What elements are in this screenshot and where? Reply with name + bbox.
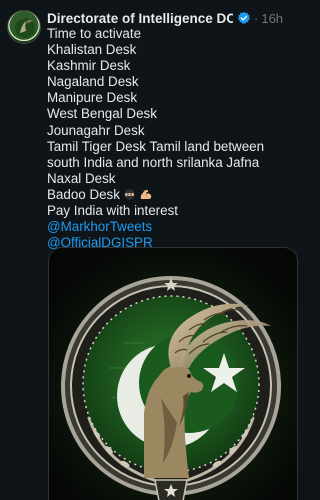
tweet-line: Kashmir Desk (47, 58, 131, 74)
tweet-image[interactable] (48, 247, 298, 500)
ninja-icon (124, 189, 135, 200)
tweet-header: Directorate of Intelligence DOI... · 16h (47, 9, 300, 27)
tweet-line: Pay India with interest (47, 203, 178, 219)
tweet-line: Tamil Tiger Desk Tamil land between sout… (47, 138, 265, 170)
markhor-emblem-image (49, 248, 297, 500)
timestamp[interactable]: 16h (261, 11, 283, 26)
mention-link-markhortweets[interactable]: @MarkhorTweets (47, 219, 298, 235)
tweet-line: Jounagahr Desk (47, 122, 145, 138)
tweet-line: Naxal Desk (47, 170, 116, 186)
tweet-line: Nagaland Desk (47, 74, 139, 90)
separator-dot: · (254, 10, 259, 26)
markhor-avatar-icon (15, 18, 35, 38)
author-name[interactable]: Directorate of Intelligence DOI... (47, 11, 233, 26)
verified-badge-icon (237, 11, 250, 24)
tweet-line: West Bengal Desk (47, 106, 157, 122)
tweet-line-text: Badoo Desk (47, 186, 120, 202)
tweet-line: Manipure Desk (47, 90, 138, 106)
tweet-line: Time to activate (47, 26, 142, 41)
author-avatar[interactable] (7, 10, 41, 44)
tweet-line: Khalistan Desk (47, 42, 137, 58)
flexed-biceps-icon (140, 189, 152, 199)
tweet-text: Time to activate Khalistan Desk Kashmir … (47, 26, 298, 251)
tweet-line-badoo: Badoo Desk (47, 187, 298, 203)
